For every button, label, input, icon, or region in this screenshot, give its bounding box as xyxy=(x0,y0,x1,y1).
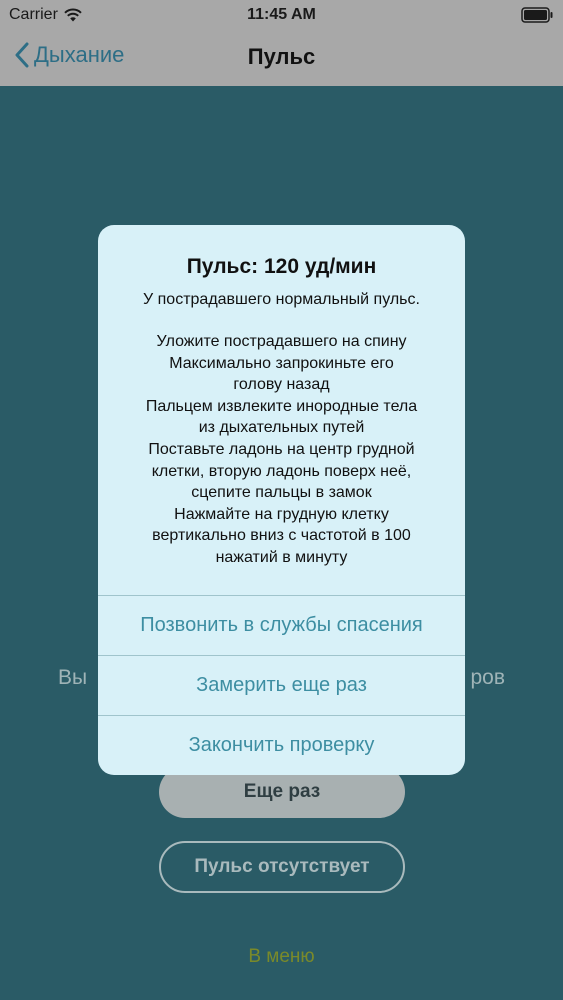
battery-icon xyxy=(521,7,553,23)
instruction-line: нажатий в минуту xyxy=(215,548,348,566)
page-title: Пульс xyxy=(247,44,316,69)
instruction-line: голову назад xyxy=(233,376,330,394)
call-rescue-button[interactable]: Позвонить в службы спасения xyxy=(98,595,465,655)
instruction-line: Поставьте ладонь на центр грудной xyxy=(148,440,415,458)
pulse-alert-dialog: Пульс: 120 уд/мин У пострадавшего нормал… xyxy=(98,225,465,775)
instruction-line: Уложите пострадавшего на спину xyxy=(156,333,407,350)
instruction-line: сцепите пальцы в замок xyxy=(191,484,372,502)
instruction-line: Нажмайте на грудную клетку xyxy=(174,505,389,523)
instruction-line: клетки, вторую ладонь поверх неё, xyxy=(151,462,412,480)
instruction-line: Пальцем извлеките инородные тела xyxy=(145,397,418,415)
instruction-line: из дыхательных путей xyxy=(198,419,365,437)
finish-check-button[interactable]: Закончить проверку xyxy=(98,715,465,775)
measure-again-button[interactable]: Замерить еще раз xyxy=(98,655,465,715)
background-text-left: Вы xyxy=(58,666,88,689)
alert-instructions: Уложите пострадавшего на спину Максималь… xyxy=(98,331,465,569)
no-pulse-button[interactable]: Пульс отсутствует xyxy=(159,841,405,893)
alert-body: Пульс: 120 уд/мин У пострадавшего нормал… xyxy=(98,225,465,595)
status-bar: Carrier 11:45 AM xyxy=(0,0,563,30)
instruction-line: вертикально вниз с частотой в 100 xyxy=(152,527,411,545)
navigation-bar: Дыхание Пульс xyxy=(0,30,563,86)
status-time: 11:45 AM xyxy=(247,6,316,23)
background-text-right: ров xyxy=(470,666,505,689)
menu-link[interactable]: В меню xyxy=(0,946,563,968)
instruction-line: Максимально запрокиньте его xyxy=(169,354,394,372)
alert-title: Пульс: 120 уд/мин xyxy=(186,255,377,278)
top-bar: Carrier 11:45 AM Дыхание Пульс xyxy=(0,0,563,86)
alert-subtitle: У пострадавшего нормальный пульс. xyxy=(143,291,420,308)
